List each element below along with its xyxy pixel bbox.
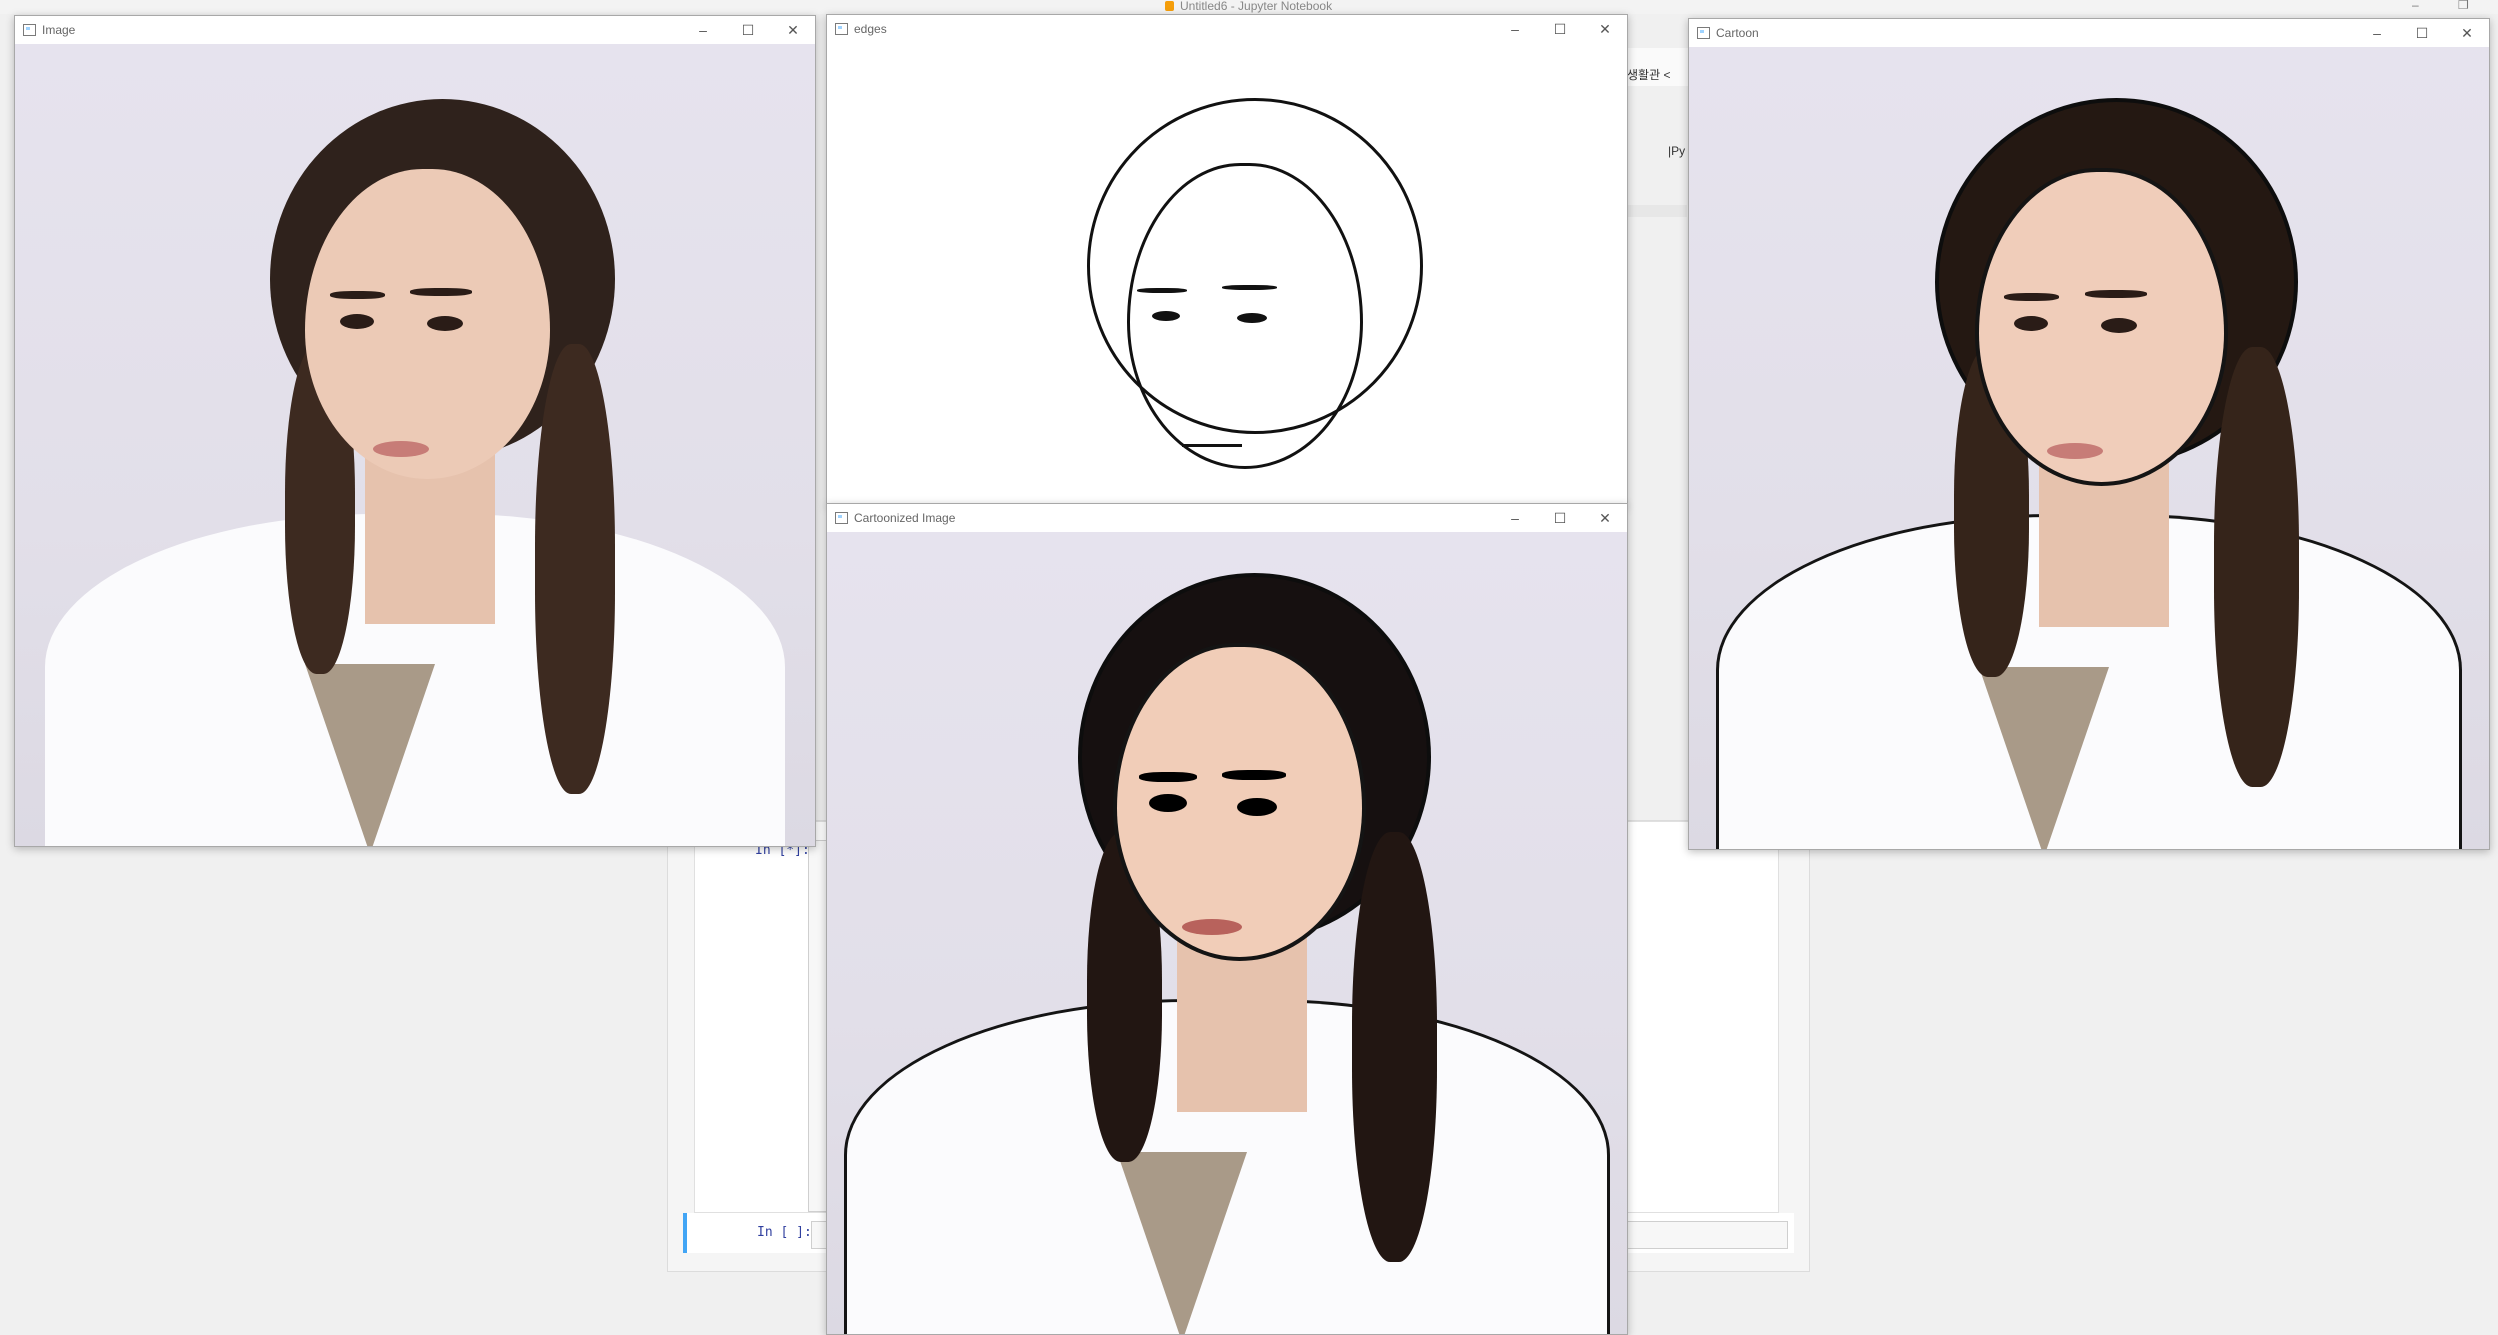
jupyter-titlebar: Untitled6 - Jupyter Notebook – ❐	[0, 0, 2498, 14]
window-titlebar[interactable]: edges – ☐ ✕	[827, 15, 1627, 43]
kernel-indicator: |Py	[1668, 144, 1686, 158]
opencv-window-icon	[23, 24, 36, 36]
right-brow	[410, 288, 472, 296]
right-brow	[1222, 770, 1286, 780]
minimize-icon[interactable]: –	[1503, 508, 1527, 528]
cartoonized-image	[827, 532, 1627, 1334]
mouth-line	[1182, 438, 1242, 447]
browser-title: Untitled6 - Jupyter Notebook	[1165, 0, 1332, 13]
close-icon[interactable]: ✕	[1593, 508, 1617, 528]
left-brow	[1137, 288, 1187, 293]
window-title: Image	[42, 23, 76, 37]
edges-window[interactable]: edges – ☐ ✕	[826, 14, 1628, 506]
lips	[373, 441, 429, 457]
minimize-icon[interactable]: –	[691, 20, 715, 40]
minimize-icon[interactable]: –	[1503, 19, 1527, 39]
window-titlebar[interactable]: Cartoon – ☐ ✕	[1689, 19, 2489, 47]
edges-image	[827, 43, 1627, 505]
right-eye	[2101, 318, 2137, 333]
right-brow	[2085, 290, 2147, 298]
left-eye	[1149, 794, 1187, 812]
left-eye	[340, 314, 374, 329]
jupyter-icon	[1165, 1, 1174, 11]
window-title: Cartoon	[1716, 26, 1759, 40]
left-eye	[2014, 316, 2048, 331]
cell-prompt-empty: In [ ]:	[757, 1225, 812, 1240]
right-curls	[1352, 832, 1437, 1262]
left-brow	[330, 291, 385, 299]
opencv-window-icon	[1697, 27, 1710, 39]
browser-restore-button[interactable]: ❐	[2458, 0, 2469, 12]
minimize-icon[interactable]: –	[2365, 23, 2389, 43]
right-eye	[1237, 798, 1277, 816]
maximize-icon[interactable]: ☐	[1548, 19, 1572, 39]
window-title: edges	[854, 22, 887, 36]
bookmark-item[interactable]: 생활관 <	[1627, 66, 1670, 83]
cartoonized-window[interactable]: Cartoonized Image – ☐ ✕	[826, 503, 1628, 1335]
maximize-icon[interactable]: ☐	[736, 20, 760, 40]
lips	[1182, 919, 1242, 935]
maximize-icon[interactable]: ☐	[2410, 23, 2434, 43]
right-curls	[2214, 347, 2299, 787]
left-brow	[1139, 772, 1197, 782]
right-brow	[1222, 285, 1277, 290]
left-eye	[1152, 311, 1180, 321]
right-eye	[1237, 313, 1267, 323]
close-icon[interactable]: ✕	[2455, 23, 2479, 43]
cartoon-window[interactable]: Cartoon – ☐ ✕	[1688, 18, 2490, 850]
right-eye	[427, 316, 463, 331]
left-brow	[2004, 293, 2059, 301]
lips	[2047, 443, 2103, 459]
window-titlebar[interactable]: Cartoonized Image – ☐ ✕	[827, 504, 1627, 532]
opencv-window-icon	[835, 23, 848, 35]
notebook-header-bar	[1627, 205, 1687, 217]
right-curls	[535, 344, 615, 794]
browser-minimize-button[interactable]: –	[2412, 0, 2419, 12]
opencv-window-icon	[835, 512, 848, 524]
portrait-image	[15, 44, 815, 846]
close-icon[interactable]: ✕	[1593, 19, 1617, 39]
maximize-icon[interactable]: ☐	[1548, 508, 1572, 528]
close-icon[interactable]: ✕	[781, 20, 805, 40]
image-window[interactable]: Image – ☐ ✕	[14, 15, 816, 847]
cartoon-image	[1689, 47, 2489, 849]
window-titlebar[interactable]: Image – ☐ ✕	[15, 16, 815, 44]
window-title: Cartoonized Image	[854, 511, 956, 525]
